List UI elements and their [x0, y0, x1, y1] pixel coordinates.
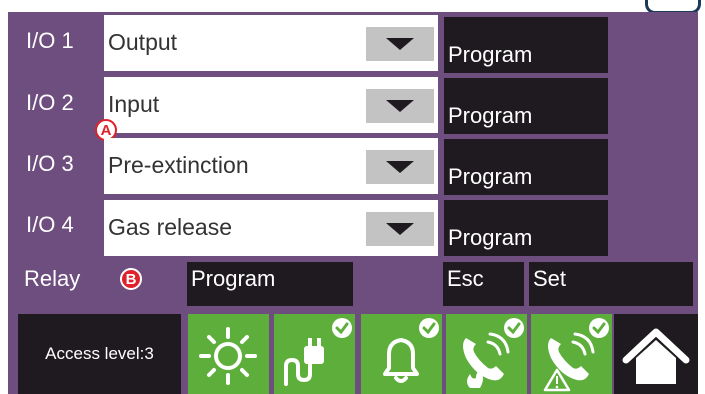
status-tile-alarm[interactable] — [361, 314, 442, 394]
chevron-down-icon — [386, 38, 414, 50]
io-2-program-label: Program — [448, 103, 533, 128]
chevron-down-icon — [386, 223, 414, 235]
io-2-dropdown-button[interactable] — [366, 89, 434, 123]
io-4-dropdown-button[interactable] — [366, 212, 434, 246]
io-3-program-label: Program — [448, 164, 533, 189]
set-button[interactable]: Set — [529, 262, 693, 306]
io-2-value: Input — [108, 91, 160, 117]
io-3-value: Pre-extinction — [108, 152, 249, 178]
io-1-value: Output — [108, 29, 178, 55]
chevron-down-icon — [386, 100, 414, 112]
home-button[interactable] — [614, 314, 698, 394]
io-3-program-button[interactable]: Program — [444, 139, 608, 195]
io-1-program-label: Program — [448, 42, 533, 67]
status-tile-fault-call[interactable] — [531, 314, 612, 394]
set-label: Set — [533, 266, 567, 291]
io-4-program-button[interactable]: Program — [444, 200, 608, 256]
io-2-label: I/O 2 — [26, 90, 74, 115]
io-4-value: Gas release — [108, 214, 233, 240]
io-4-select[interactable]: Gas release — [104, 200, 438, 256]
relay-program-label: Program — [191, 266, 276, 291]
io-3-label: I/O 3 — [26, 151, 74, 176]
bell-check-icon — [383, 318, 439, 383]
status-tile-fire-call[interactable] — [446, 314, 527, 394]
sun-icon — [199, 327, 257, 385]
chevron-down-icon — [386, 161, 414, 173]
io-2-select[interactable]: Input — [104, 77, 438, 133]
relay-label: Relay — [24, 266, 81, 291]
io-1-label: I/O 1 — [26, 28, 74, 53]
phone-warning-check-icon — [543, 318, 609, 392]
access-level-indicator: Access level:3 — [18, 314, 181, 394]
io-1-dropdown-button[interactable] — [366, 27, 434, 61]
status-tile-power-supply[interactable] — [188, 314, 269, 394]
callout-marker-b: B — [120, 268, 142, 290]
io-1-program-button[interactable]: Program — [444, 17, 608, 73]
relay-program-button[interactable]: Program — [187, 262, 353, 306]
phone-fire-check-icon — [463, 318, 524, 388]
status-tile-mains[interactable] — [274, 314, 355, 394]
io-1-select[interactable]: Output — [104, 15, 438, 71]
io-3-select[interactable]: Pre-extinction — [104, 138, 438, 194]
power-plug-check-icon — [284, 318, 352, 386]
esc-label: Esc — [447, 266, 484, 291]
esc-button[interactable]: Esc — [443, 262, 524, 306]
io-2-program-button[interactable]: Program — [444, 78, 608, 134]
io-4-program-label: Program — [448, 225, 533, 250]
io-4-label: I/O 4 — [26, 212, 74, 237]
home-icon — [622, 328, 690, 384]
io-3-dropdown-button[interactable] — [366, 150, 434, 184]
